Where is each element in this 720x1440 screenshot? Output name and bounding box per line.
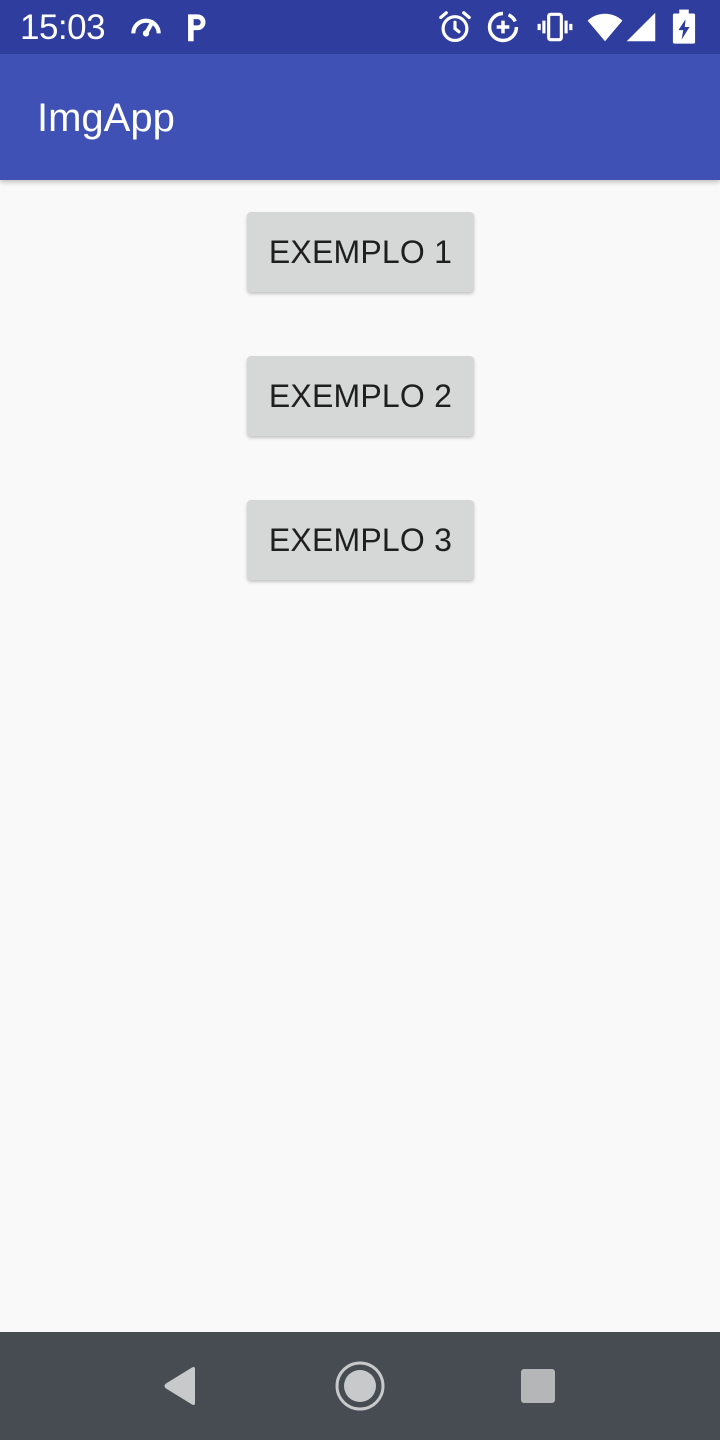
exemplo-1-button[interactable]: EXEMPLO 1 — [247, 212, 474, 292]
data-saver-icon — [484, 8, 522, 46]
app-bar: ImgApp — [0, 54, 720, 180]
exemplo-3-button[interactable]: EXEMPLO 3 — [247, 500, 474, 580]
status-time: 15:03 — [20, 8, 106, 47]
vibrate-icon — [536, 8, 574, 46]
status-bar: 15:03 — [0, 0, 720, 54]
back-icon[interactable] — [150, 1356, 210, 1416]
speedometer-icon — [127, 8, 165, 46]
parking-icon — [177, 8, 215, 46]
exemplo-2-button[interactable]: EXEMPLO 2 — [247, 356, 474, 436]
navigation-bar — [0, 1332, 720, 1440]
main-content: EXEMPLO 1 EXEMPLO 2 EXEMPLO 3 — [0, 180, 720, 1332]
app-title: ImgApp — [37, 96, 175, 140]
alarm-icon — [436, 8, 474, 46]
signal-icon — [622, 8, 660, 46]
wifi-icon — [586, 8, 624, 46]
recents-icon[interactable] — [508, 1356, 568, 1416]
battery-charging-icon — [668, 8, 700, 46]
home-icon[interactable] — [330, 1356, 390, 1416]
